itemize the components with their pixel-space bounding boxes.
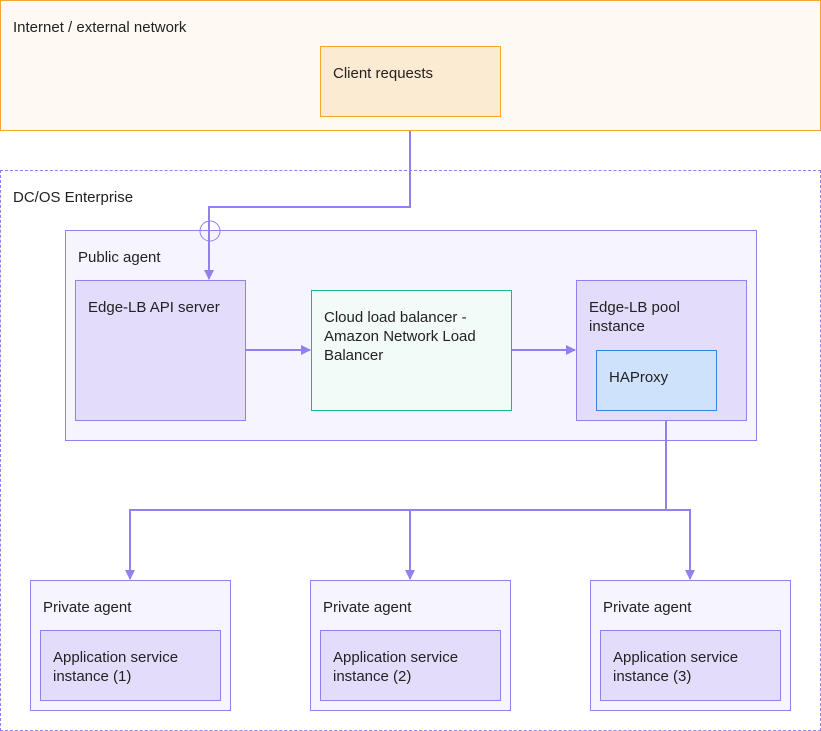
private-agent-label: Private agent — [323, 599, 412, 616]
app-service-instance-node[interactable]: Application service instance (3) — [600, 630, 781, 701]
pool-label: Edge-LB pool instance — [589, 299, 680, 335]
app-service-instance-node[interactable]: Application service instance (2) — [320, 630, 501, 701]
app-service-label: Application service instance (2) — [333, 649, 459, 685]
cloud-load-balancer-node[interactable]: Cloud load balancer - Amazon Network Loa… — [311, 290, 512, 411]
haproxy-label: HAProxy — [609, 369, 669, 386]
api-server-label: Edge-LB API server — [88, 299, 220, 316]
app-service-instance-node[interactable]: Application service instance (1) — [40, 630, 221, 701]
internet-zone-label: Internet / external network — [13, 19, 187, 36]
dcos-zone-label: DC/OS Enterprise — [13, 189, 134, 206]
client-requests-label: Client requests — [333, 65, 434, 82]
public-agent-label: Public agent — [78, 249, 161, 266]
haproxy-node[interactable]: HAProxy — [596, 350, 717, 411]
app-service-label: Application service instance (3) — [613, 649, 739, 685]
edge-lb-api-server-node[interactable]: Edge-LB API server — [75, 280, 246, 421]
app-service-label: Application service instance (1) — [53, 649, 179, 685]
client-requests-node[interactable]: Client requests — [320, 46, 501, 117]
cloud-lb-label: Cloud load balancer - Amazon Network Loa… — [324, 309, 476, 364]
private-agent-label: Private agent — [603, 599, 692, 616]
private-agent-label: Private agent — [43, 599, 132, 616]
